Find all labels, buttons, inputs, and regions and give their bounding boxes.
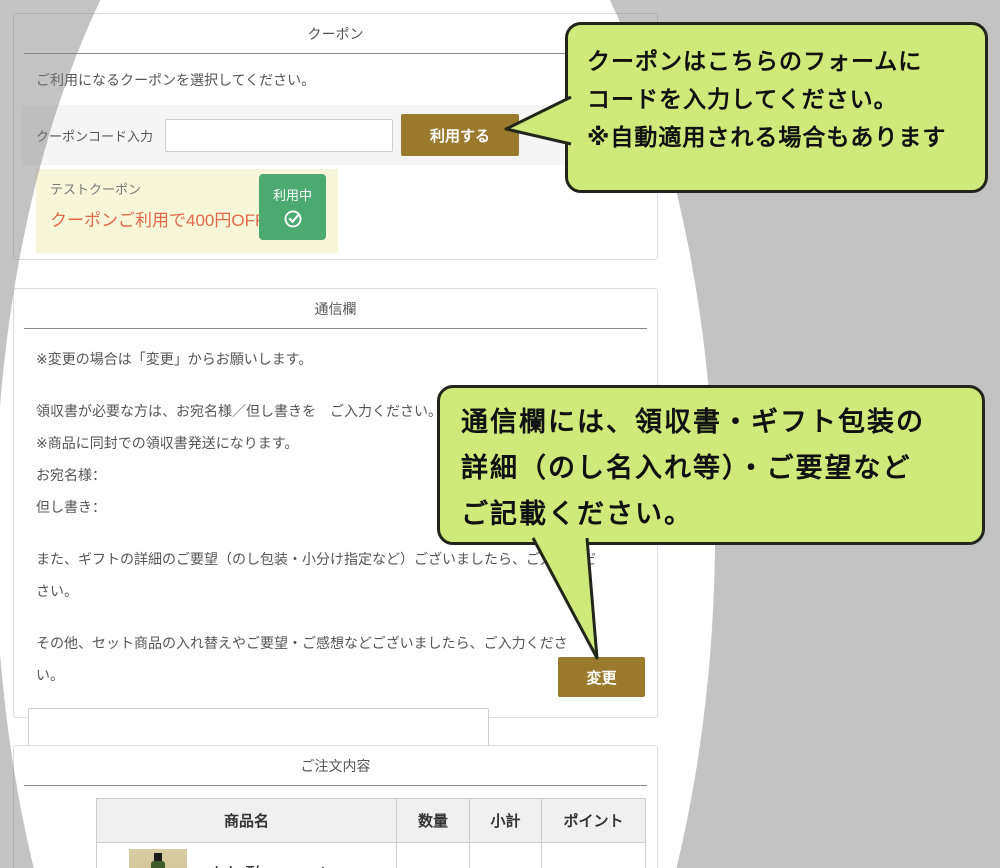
quantity-cell — [397, 843, 470, 868]
message-tip-line: 通信欄には、領収書・ギフト包装の — [461, 399, 961, 445]
coupon-code-input[interactable] — [165, 119, 393, 152]
message-tip-bubble: 通信欄には、領収書・ギフト包装の 詳細（のし名入れ等）・ご要望など ご記載くださ… — [437, 385, 985, 545]
message-tip-line: 詳細（のし名入れ等）・ご要望など — [461, 445, 961, 491]
product-image — [129, 849, 187, 868]
message-line: その他、セット商品の入れ替えやご要望・ご感想などございましたら、ご入力くださ — [36, 627, 657, 659]
coupon-lead-text: ご利用になるクーポンを選択してください。 — [36, 70, 657, 90]
order-section-title: ご注文内容 — [14, 746, 657, 776]
title-divider — [24, 328, 647, 329]
bottle-body — [151, 861, 165, 868]
header-subtotal: 小計 — [470, 799, 542, 843]
points-cell — [542, 843, 646, 868]
product-name: すし酢 900ml — [205, 859, 325, 868]
coupon-ticket[interactable]: テストクーポン クーポンご利用で400円OFF 利用中 — [36, 169, 338, 253]
check-circle-icon — [282, 207, 304, 229]
coupon-section: クーポン ご利用になるクーポンを選択してください。 クーポンコード入力 利用する… — [13, 13, 658, 260]
coupon-section-title: クーポン — [14, 14, 657, 44]
coupon-tip-line: コードを入力してください。 — [587, 80, 966, 118]
order-section: ご注文内容 商品名 数量 小計 ポイント — [13, 745, 658, 868]
header-product: 商品名 — [97, 799, 397, 843]
message-line: また、ギフトの詳細のご要望（のし包装・小分け指定など）ございましたら、ご入力くだ — [36, 543, 657, 575]
order-table-header-row: 商品名 数量 小計 ポイント — [97, 799, 646, 843]
title-divider — [24, 785, 647, 786]
checkout-page: クーポン ご利用になるクーポンを選択してください。 クーポンコード入力 利用する… — [0, 0, 1000, 868]
header-quantity: 数量 — [397, 799, 470, 843]
message-note: ※変更の場合は「変更」からお願いします。 — [36, 343, 657, 375]
subtotal-cell — [470, 843, 542, 868]
message-line: さい。 — [36, 575, 657, 607]
header-points: ポイント — [542, 799, 646, 843]
coupon-code-row: クーポンコード入力 利用する — [22, 105, 649, 165]
title-divider — [24, 53, 647, 54]
coupon-code-label: クーポンコード入力 — [36, 126, 153, 145]
product-cell: すし酢 900ml — [97, 843, 396, 868]
coupon-tip-line: ※自動適用される場合もあります — [587, 118, 966, 156]
coupon-tip-line: クーポンはこちらのフォームに — [587, 42, 966, 80]
order-table-row: すし酢 900ml — [97, 843, 646, 868]
status-badge-label: 利用中 — [273, 185, 312, 204]
change-button[interactable]: 変更 — [558, 657, 645, 697]
coupon-status-badge: 利用中 — [259, 174, 326, 240]
order-table: 商品名 数量 小計 ポイント すし酢 900ml — [96, 798, 646, 868]
message-tip-line: ご記載ください。 — [461, 491, 961, 537]
coupon-tip-bubble: クーポンはこちらのフォームに コードを入力してください。 ※自動適用される場合も… — [565, 22, 988, 193]
message-section-title: 通信欄 — [14, 289, 657, 319]
apply-coupon-button[interactable]: 利用する — [401, 114, 519, 156]
